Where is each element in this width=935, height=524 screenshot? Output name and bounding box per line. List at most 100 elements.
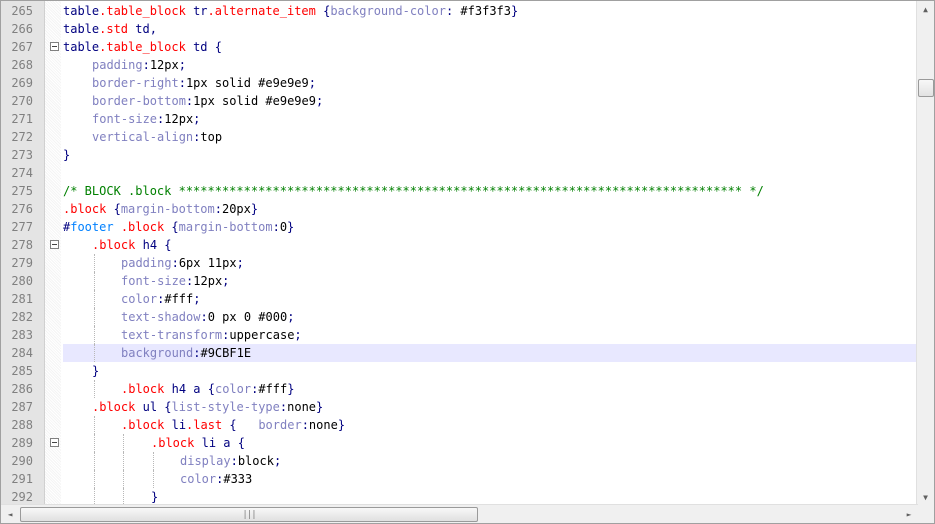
code-token: li (201, 436, 217, 450)
fold-collapse-icon[interactable] (50, 438, 59, 447)
code-line[interactable]: 278 .block h4 { (1, 236, 916, 254)
code-text[interactable] (63, 164, 916, 182)
code-line[interactable]: 282 text-shadow:0 px 0 #000; (1, 308, 916, 326)
code-token: table (63, 40, 100, 54)
code-token: a (223, 436, 231, 450)
line-number: 269 (11, 76, 33, 90)
code-token: ; (193, 112, 201, 126)
code-line[interactable]: 270 border-bottom:1px solid #e9e9e9; (1, 92, 916, 110)
code-text[interactable]: vertical-align:top (63, 128, 916, 146)
code-text[interactable]: text-transform:uppercase; (63, 326, 916, 344)
code-text[interactable]: table.table_block td { (63, 38, 916, 56)
code-token: border-bottom (92, 94, 186, 108)
code-token: h4 (142, 238, 158, 252)
code-line[interactable]: 271 font-size:12px; (1, 110, 916, 128)
code-text[interactable]: font-size:12px; (63, 110, 916, 128)
code-token: } (287, 382, 295, 396)
code-line[interactable]: 281 color:#fff; (1, 290, 916, 308)
horizontal-scrollbar[interactable]: ◄ ||| ► (1, 504, 918, 523)
code-token: : (171, 256, 179, 270)
code-line[interactable]: 265 table.table_block tr.alternate_item {… (1, 2, 916, 20)
fold-collapse-icon[interactable] (50, 240, 59, 249)
code-text[interactable]: background:#9CBF1E (63, 344, 916, 362)
code-token: ; (222, 274, 230, 288)
code-token: .block (151, 436, 195, 450)
code-token: a (193, 382, 201, 396)
code-text[interactable]: .block {margin-bottom:20px} (63, 200, 916, 218)
code-line[interactable]: 288 .block li.last { border:none} (1, 416, 916, 434)
code-content: font-size:12px; (92, 110, 200, 128)
vertical-scroll-thumb[interactable] (918, 79, 934, 97)
scroll-up-button[interactable]: ▲ (918, 2, 933, 17)
code-token: { (229, 418, 237, 432)
code-line[interactable]: 287 .block ul {list-style-type:none} (1, 398, 916, 416)
code-line[interactable]: 273} (1, 146, 916, 164)
code-text[interactable]: .block ul {list-style-type:none} (63, 398, 916, 416)
indent-guide (94, 434, 95, 452)
code-editor[interactable]: 265 table.table_block tr.alternate_item {… (0, 0, 935, 524)
code-text[interactable]: table.std td, (63, 20, 916, 38)
code-text[interactable]: color:#333 (63, 470, 916, 488)
code-text[interactable]: padding:12px; (63, 56, 916, 74)
code-line[interactable]: 283 text-transform:uppercase; (1, 326, 916, 344)
code-line[interactable]: 274 (1, 164, 916, 182)
scroll-right-button[interactable]: ► (901, 506, 917, 522)
code-text[interactable]: color:#fff; (63, 290, 916, 308)
code-content: } (92, 362, 99, 380)
code-text[interactable]: .block li.last { border:none} (63, 416, 916, 434)
code-line[interactable]: 277 #footer .block {margin-bottom:0} (1, 218, 916, 236)
code-line[interactable]: 267 table.table_block td { (1, 38, 916, 56)
code-text[interactable]: /* BLOCK .block ************************… (63, 182, 916, 200)
fold-collapse-icon[interactable] (50, 42, 59, 51)
code-line[interactable]: 266 table.std td, (1, 20, 916, 38)
code-line[interactable]: 289 .block li a { (1, 434, 916, 452)
code-token: ; (273, 454, 282, 468)
code-content: /* BLOCK .block ************************… (63, 182, 764, 200)
code-text[interactable]: .block h4 a {color:#fff} (63, 380, 916, 398)
line-number: 281 (11, 292, 33, 306)
code-token: text-shadow (121, 310, 201, 324)
code-token: tr (193, 4, 208, 18)
code-text[interactable]: display:block; (63, 452, 916, 470)
code-text[interactable]: #footer .block {margin-bottom:0} (63, 218, 916, 236)
code-line[interactable]: 272 vertical-align:top (1, 128, 916, 146)
code-text[interactable]: border-right:1px solid #e9e9e9; (63, 74, 916, 92)
code-text[interactable]: .block h4 { (63, 236, 916, 254)
indent-guide (123, 470, 124, 488)
vertical-scrollbar[interactable]: ▲ ▼ (916, 1, 934, 506)
code-text[interactable]: table.table_block tr.alternate_item {bac… (63, 2, 916, 20)
code-text[interactable]: padding:6px 11px; (63, 254, 916, 272)
code-token: font-size (121, 274, 187, 288)
code-line[interactable]: 276 .block {margin-bottom:20px} (1, 200, 916, 218)
code-content: color:#333 (180, 470, 252, 488)
code-token: } (92, 364, 100, 378)
code-text[interactable]: .block li a { (63, 434, 916, 452)
code-line[interactable]: 285} (1, 362, 916, 380)
code-line[interactable]: 268 padding:12px; (1, 56, 916, 74)
code-token: 0 px 0 #000 (207, 310, 288, 324)
code-token: color (180, 472, 217, 486)
code-text[interactable]: } (63, 146, 916, 164)
code-text[interactable]: text-shadow:0 px 0 #000; (63, 308, 916, 326)
code-line[interactable]: 284 background:#9CBF1E (1, 344, 916, 362)
code-token: 12px (193, 274, 223, 288)
code-line[interactable]: 280 font-size:12px; (1, 272, 916, 290)
code-line[interactable]: 291 color:#333 (1, 470, 916, 488)
scroll-left-button[interactable]: ◄ (2, 506, 18, 522)
code-lines[interactable]: 265 table.table_block tr.alternate_item {… (1, 2, 916, 506)
horizontal-scroll-thumb[interactable]: ||| (20, 507, 478, 522)
code-line[interactable]: 275 /* BLOCK .block *********************… (1, 182, 916, 200)
code-text[interactable]: } (63, 362, 916, 380)
code-line[interactable]: 286 .block h4 a {color:#fff} (1, 380, 916, 398)
code-text[interactable]: font-size:12px; (63, 272, 916, 290)
code-line[interactable]: 269 border-right:1px solid #e9e9e9; (1, 74, 916, 92)
code-line[interactable]: 290 display:block; (1, 452, 916, 470)
code-text[interactable]: border-bottom:1px solid #e9e9e9; (63, 92, 916, 110)
code-content: .block ul {list-style-type:none} (92, 398, 323, 416)
scroll-down-button[interactable]: ▼ (918, 490, 933, 505)
code-line[interactable]: 279 padding:6px 11px; (1, 254, 916, 272)
indent-guide (94, 452, 95, 470)
